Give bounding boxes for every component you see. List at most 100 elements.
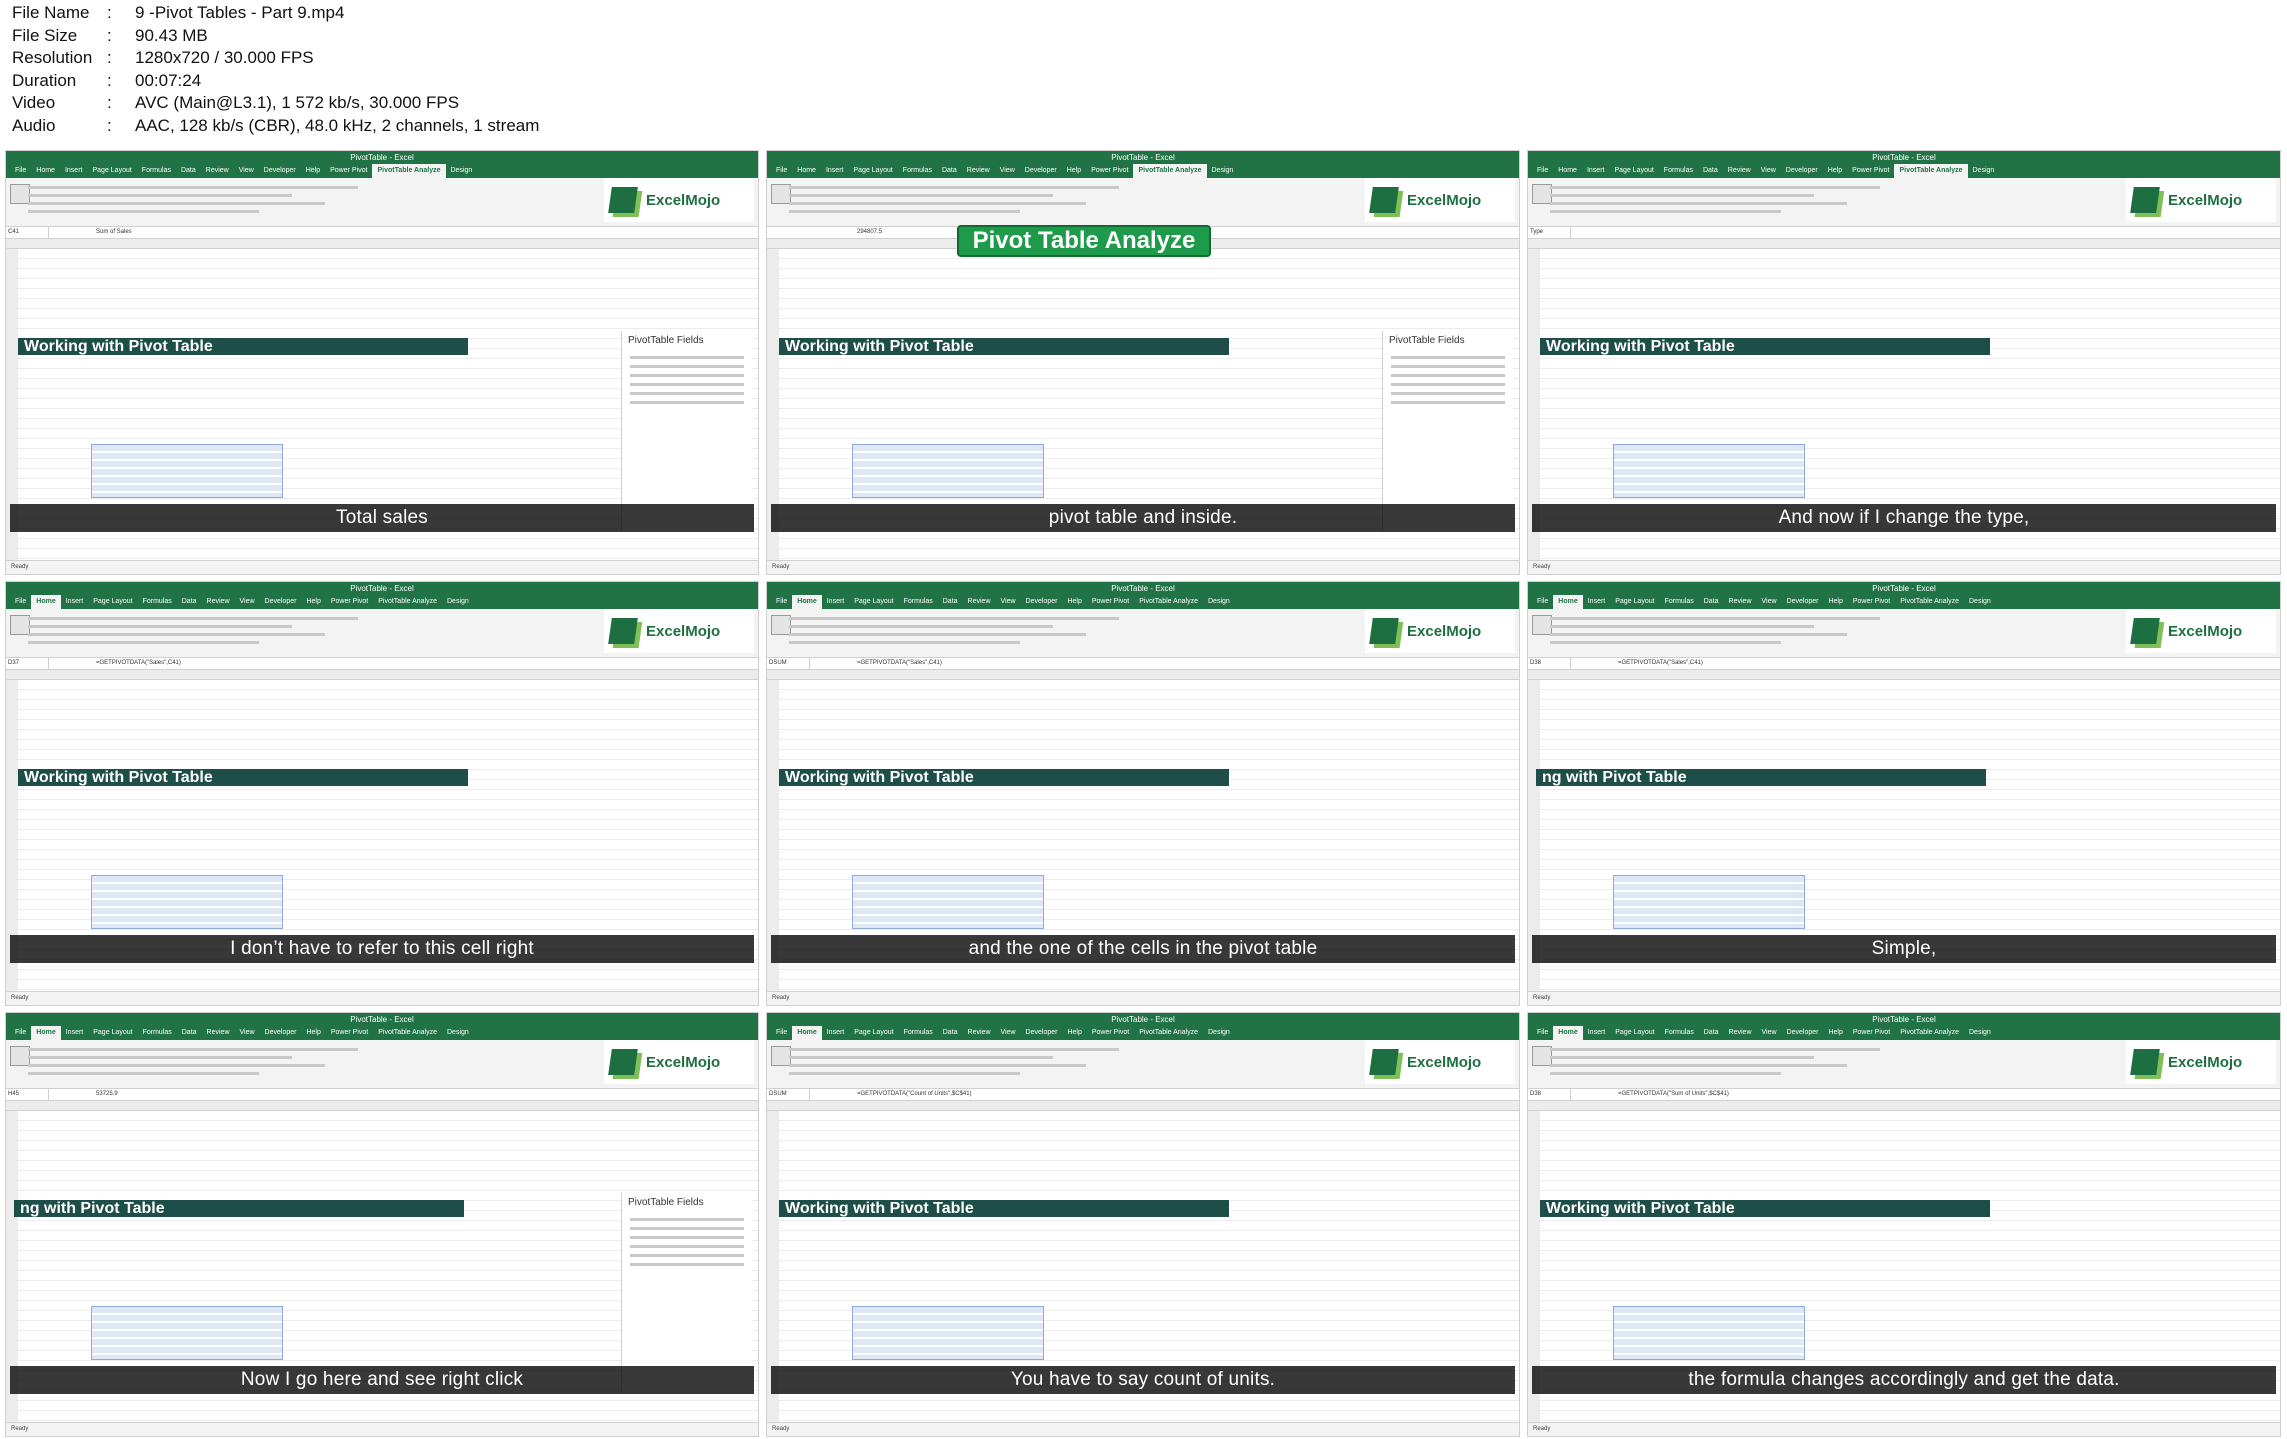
ribbon-tab[interactable]: Developer [1021, 595, 1063, 609]
ribbon-tab[interactable]: Review [1724, 1026, 1757, 1040]
formula-bar[interactable]: D38 =GETPIVOTDATA("Sum of Units",$C$41) [1528, 1089, 2280, 1101]
ribbon-tab[interactable]: PivotTable Analyze [373, 1026, 442, 1040]
ribbon-tab[interactable]: Developer [260, 1026, 302, 1040]
ribbon-tab[interactable]: Page Layout [88, 1026, 137, 1040]
formula-text[interactable]: =GETPIVOTDATA("Sales",C41) [1618, 658, 1703, 669]
ribbon-tab[interactable]: Home [1553, 164, 1582, 178]
ribbon-tab[interactable]: View [1756, 164, 1781, 178]
pivot-table[interactable] [852, 444, 1044, 498]
ribbon-tab[interactable]: Review [962, 164, 995, 178]
ribbon-tab[interactable]: Power Pivot [326, 1026, 373, 1040]
ribbon-tab[interactable]: Home [1553, 595, 1583, 609]
ribbon-tab[interactable]: PivotTable Analyze [1134, 1026, 1203, 1040]
formula-text[interactable]: =GETPIVOTDATA("Count of Units",$C$41) [857, 1089, 972, 1100]
pivot-table[interactable] [1613, 444, 1805, 498]
ribbon-tab[interactable]: Review [963, 595, 996, 609]
ribbon-tab[interactable]: Insert [1583, 1026, 1611, 1040]
ribbon-tab[interactable]: PivotTable Analyze [1134, 595, 1203, 609]
ribbon-tab[interactable]: Review [201, 164, 234, 178]
ribbon-tab[interactable]: Design [446, 164, 478, 178]
ribbon-tab[interactable]: File [1532, 164, 1553, 178]
ribbon-tab[interactable]: File [771, 595, 792, 609]
formula-text[interactable]: 294807.5 [857, 227, 882, 238]
name-box[interactable]: DSUM [769, 658, 810, 669]
ribbon-tab[interactable]: View [234, 164, 259, 178]
ribbon-tab[interactable]: Data [938, 595, 963, 609]
ribbon-tab[interactable]: Help [1062, 595, 1086, 609]
ribbon-tab[interactable]: Power Pivot [1087, 595, 1134, 609]
ribbon-tab[interactable]: Formulas [1659, 164, 1698, 178]
formula-text[interactable]: Sum of Sales [96, 227, 132, 238]
ribbon-tab[interactable]: Design [1203, 1026, 1235, 1040]
ribbon-tab[interactable]: Page Layout [849, 1026, 898, 1040]
ribbon-tab[interactable]: Insert [60, 164, 88, 178]
ribbon-tab[interactable]: Help [1062, 1026, 1086, 1040]
ribbon-button-icon[interactable] [10, 615, 30, 635]
ribbon-tab[interactable]: Formulas [899, 1026, 938, 1040]
ribbon-tab[interactable]: Insert [1583, 595, 1611, 609]
formula-bar[interactable]: DSUM =GETPIVOTDATA("Count of Units",$C$4… [767, 1089, 1519, 1101]
ribbon-tab[interactable]: Developer [259, 164, 301, 178]
ribbon-tab[interactable]: Developer [1782, 595, 1824, 609]
ribbon-tab[interactable]: Insert [61, 595, 89, 609]
ribbon-tab[interactable]: Design [1964, 1026, 1996, 1040]
ribbon-tab[interactable]: Insert [822, 595, 850, 609]
ribbon-tab[interactable]: Formulas [899, 595, 938, 609]
video-thumbnail[interactable]: PivotTable - Excel File Home Insert Page La… [766, 1012, 1520, 1437]
ribbon-tab[interactable]: Help [301, 1026, 325, 1040]
ribbon-tab[interactable]: Power Pivot [1848, 595, 1895, 609]
ribbon-tab[interactable]: Review [202, 1026, 235, 1040]
formula-bar[interactable]: H45 53725.9 [6, 1089, 758, 1101]
video-thumbnail[interactable]: PivotTable - Excel File Home Insert Page La… [766, 581, 1520, 1006]
ribbon-tab[interactable]: Review [202, 595, 235, 609]
ribbon-tab[interactable]: PivotTable Analyze [1895, 1026, 1964, 1040]
video-thumbnail[interactable]: PivotTable - Excel File Home Insert Page La… [1527, 150, 2281, 575]
ribbon-tab[interactable]: Page Layout [1610, 595, 1659, 609]
ribbon-tab[interactable]: File [771, 164, 792, 178]
ribbon-tab[interactable]: File [10, 1026, 31, 1040]
ribbon-tab[interactable]: View [235, 595, 260, 609]
ribbon-tab[interactable]: Developer [1781, 164, 1823, 178]
ribbon-tab[interactable]: Home [792, 595, 822, 609]
formula-bar[interactable]: Type [1528, 227, 2280, 239]
ribbon-tab[interactable]: Help [1823, 1026, 1847, 1040]
ribbon-tab[interactable]: Page Layout [849, 595, 898, 609]
ribbon-tab[interactable]: Data [177, 595, 202, 609]
ribbon-button-icon[interactable] [771, 1046, 791, 1066]
ribbon-tab[interactable]: Review [1723, 164, 1756, 178]
ribbon-tab[interactable]: Data [176, 164, 201, 178]
pivot-table[interactable] [91, 875, 283, 929]
ribbon-tab[interactable]: Page Layout [848, 164, 897, 178]
video-thumbnail[interactable]: PivotTable - Excel File Home Insert Page La… [1527, 581, 2281, 1006]
formula-text[interactable]: =GETPIVOTDATA("Sum of Units",$C$41) [1618, 1089, 1729, 1100]
ribbon-button-icon[interactable] [1532, 615, 1552, 635]
ribbon-tab[interactable]: File [1532, 1026, 1553, 1040]
ribbon-tab[interactable]: View [235, 1026, 260, 1040]
pivot-table[interactable] [1613, 875, 1805, 929]
ribbon-tab[interactable]: Formulas [1660, 595, 1699, 609]
ribbon-tab[interactable]: Help [1823, 164, 1847, 178]
formula-bar[interactable]: D38 =GETPIVOTDATA("Sales",C41) [1528, 658, 2280, 670]
ribbon-tab[interactable]: View [995, 164, 1020, 178]
ribbon-tab[interactable]: File [1532, 595, 1553, 609]
name-box[interactable]: Type [1530, 227, 1571, 238]
name-box[interactable]: D37 [8, 658, 49, 669]
formula-bar[interactable]: DSUM =GETPIVOTDATA("Sales",C41) [767, 658, 1519, 670]
ribbon-tab[interactable]: PivotTable Analyze [372, 164, 446, 178]
ribbon-tab[interactable]: Home [792, 164, 821, 178]
formula-text[interactable]: =GETPIVOTDATA("Sales",C41) [96, 658, 181, 669]
name-box[interactable]: H45 [8, 1089, 49, 1100]
ribbon-tab[interactable]: Page Layout [87, 164, 136, 178]
ribbon-button-icon[interactable] [771, 184, 791, 204]
ribbon-tab[interactable]: View [996, 595, 1021, 609]
ribbon-tab[interactable]: Home [1553, 1026, 1583, 1040]
ribbon-tab[interactable]: Help [301, 164, 325, 178]
ribbon-button-icon[interactable] [771, 615, 791, 635]
ribbon-tab[interactable]: Review [963, 1026, 996, 1040]
video-thumbnail[interactable]: PivotTable - Excel File Home Insert Page La… [5, 150, 759, 575]
formula-text[interactable]: 53725.9 [96, 1089, 118, 1100]
ribbon-tab[interactable]: Formulas [898, 164, 937, 178]
ribbon-tab[interactable]: Design [1968, 164, 2000, 178]
ribbon-tab[interactable]: Developer [260, 595, 302, 609]
ribbon-tab[interactable]: Design [442, 1026, 474, 1040]
